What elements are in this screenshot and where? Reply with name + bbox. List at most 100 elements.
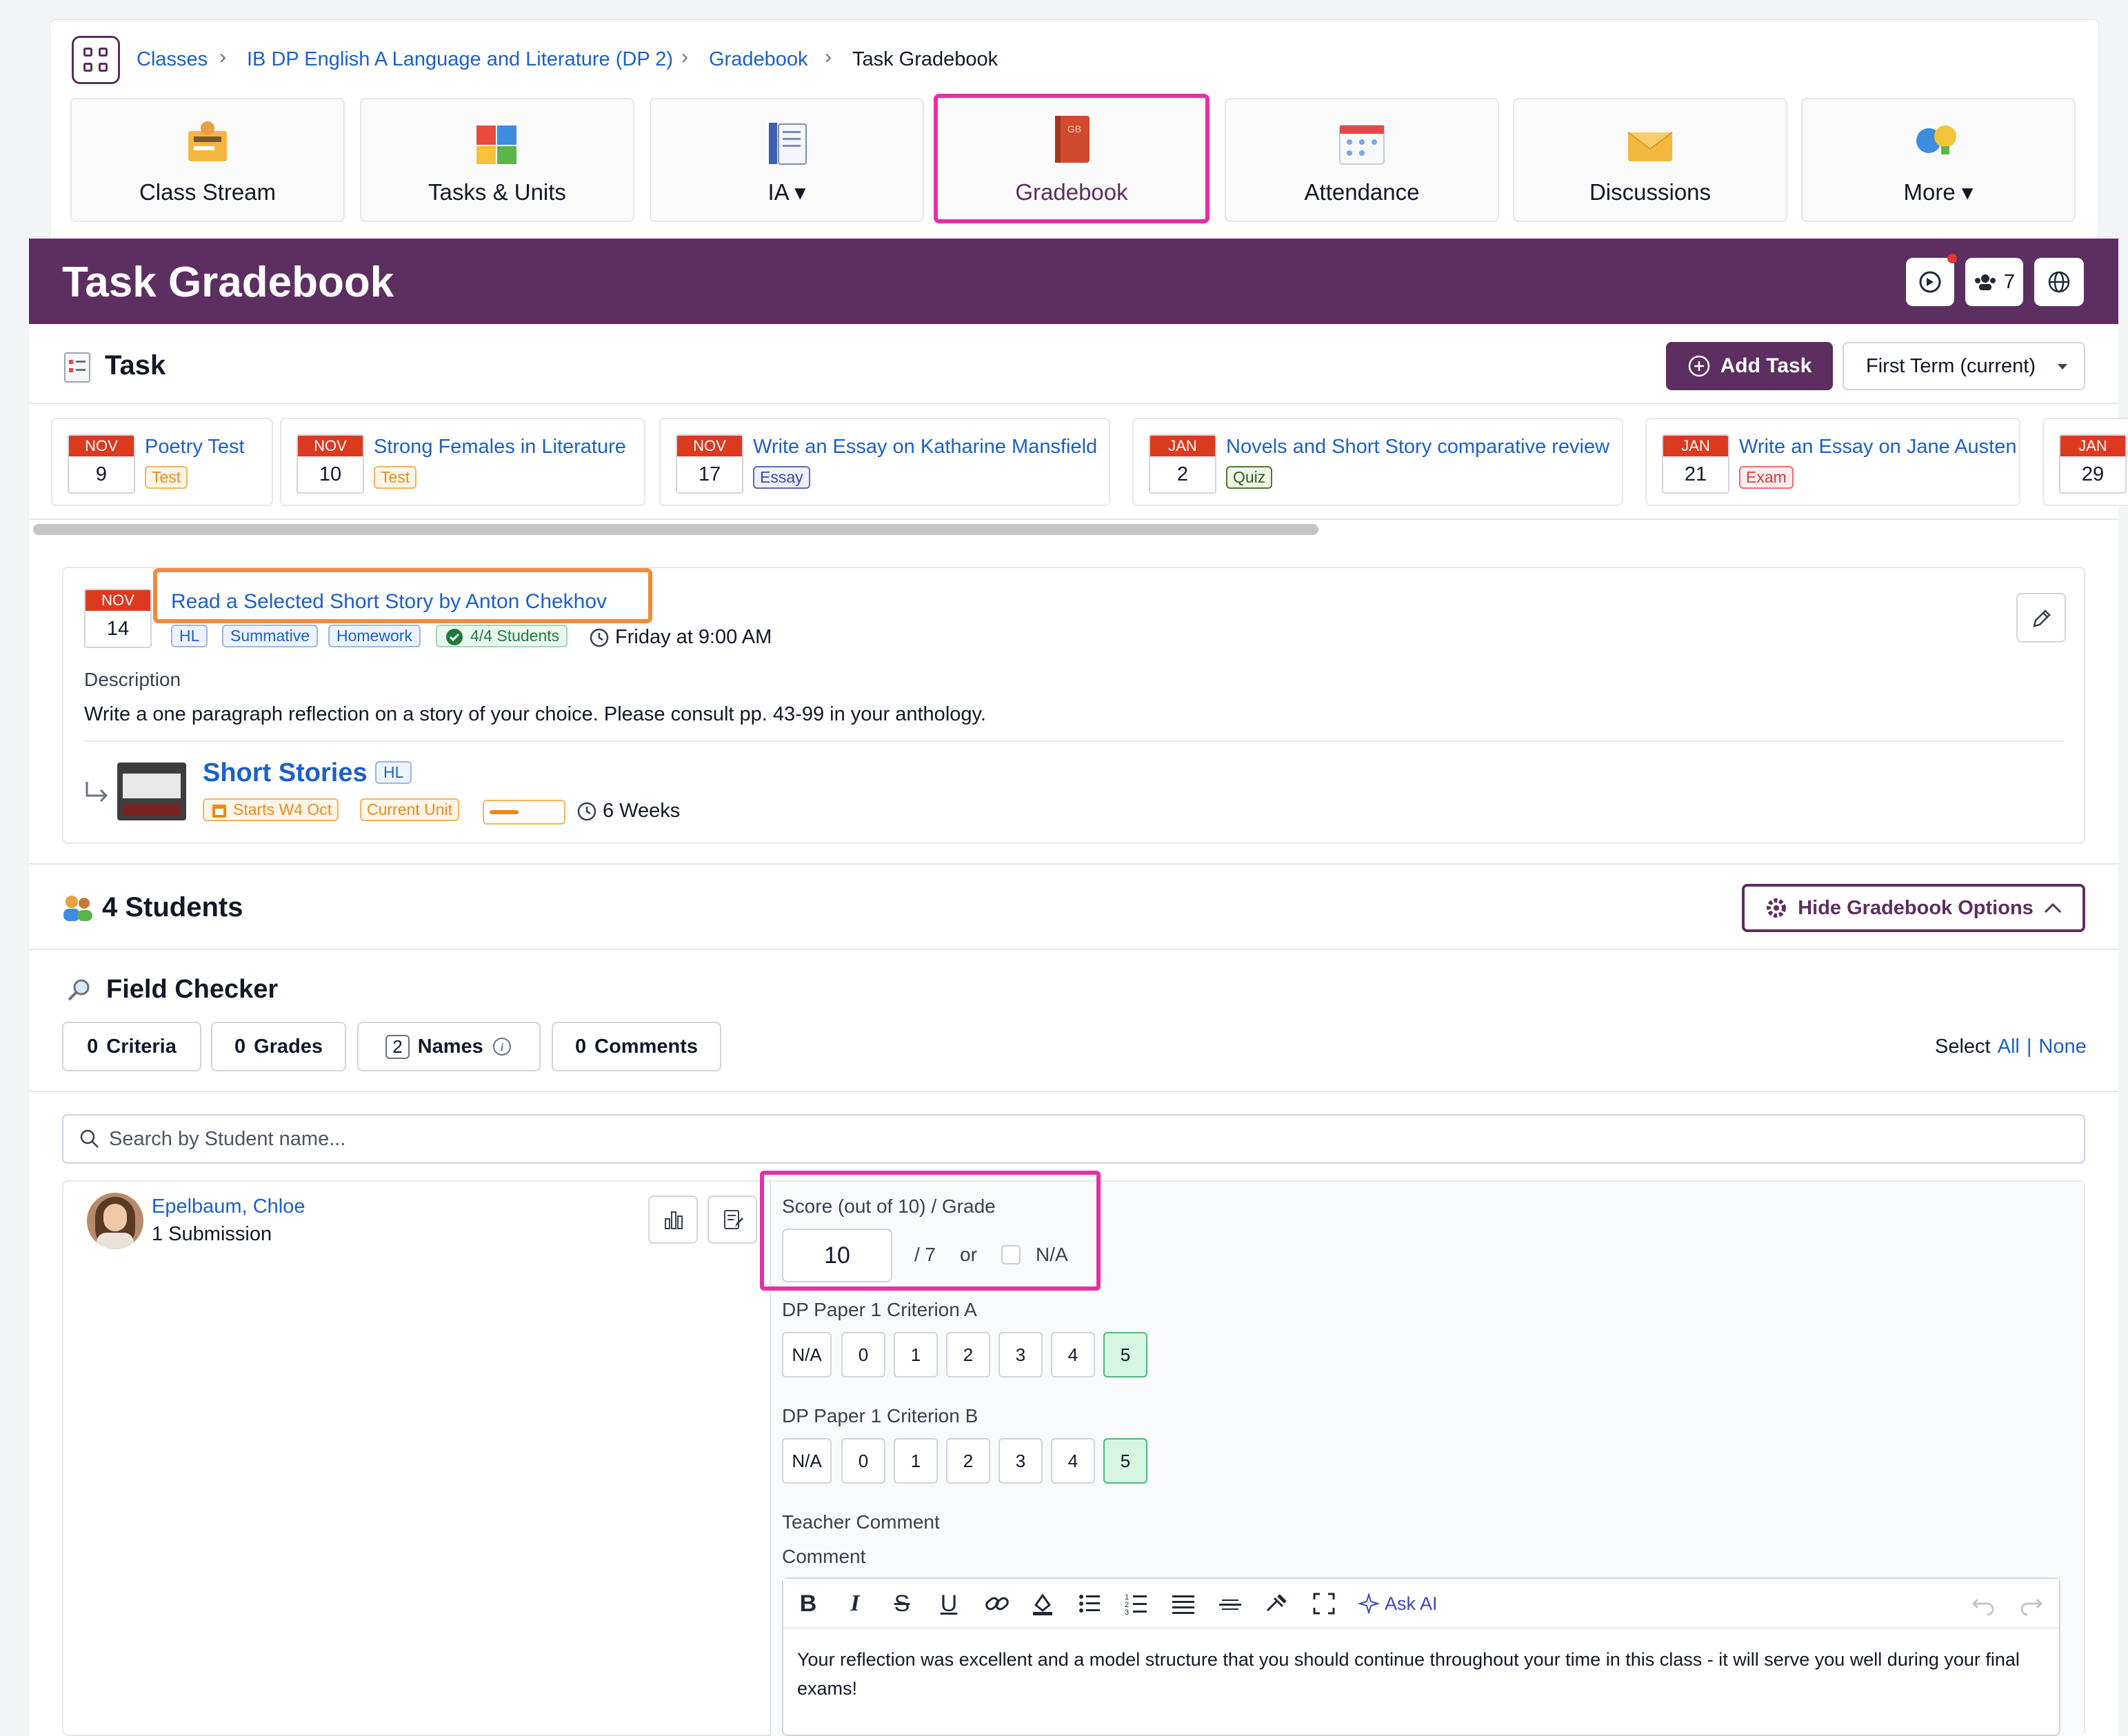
nav-tile-class-stream[interactable]: Class Stream	[70, 98, 345, 222]
criterion-b-level-5[interactable]: 5	[1103, 1438, 1147, 1484]
nav-tile-gradebook[interactable]: GB Gradebook	[934, 94, 1209, 223]
students-button[interactable]: 7	[1965, 258, 2023, 306]
messages-button[interactable]	[1906, 254, 1957, 306]
undo-icon[interactable]	[1969, 1590, 1997, 1617]
redo-icon[interactable]	[2018, 1590, 2045, 1617]
filter-label: Grades	[254, 1035, 323, 1058]
breadcrumb-class[interactable]: IB DP English A Language and Literature …	[247, 48, 673, 71]
gradebook-book-icon: GB	[1055, 116, 1090, 163]
highlight-color-icon[interactable]	[1029, 1590, 1056, 1617]
task-detail-title[interactable]: Read a Selected Short Story by Anton Che…	[171, 590, 607, 614]
criterion-b-level-2[interactable]: 2	[946, 1438, 990, 1484]
apps-grid-icon[interactable]	[72, 36, 120, 84]
criterion-b-level-4[interactable]: 4	[1051, 1438, 1095, 1484]
horizontal-scrollbar[interactable]	[33, 524, 1318, 535]
strikethrough-icon[interactable]: S	[888, 1590, 916, 1617]
underline-icon[interactable]: U	[935, 1590, 963, 1617]
chat-icon	[1919, 271, 1941, 293]
task-card[interactable]: NOV 17 Write an Essay on Katharine Mansfi…	[659, 418, 1110, 506]
task-card[interactable]: JAN 2 Novels and Short Story comparative …	[1132, 418, 1623, 506]
criterion-a-level-5[interactable]: 5	[1103, 1332, 1147, 1377]
task-detail-card: NOV 14 Read a Selected Short Story by Ant…	[62, 567, 2085, 844]
calendar-small-icon	[212, 805, 226, 818]
class-stream-icon	[188, 121, 227, 161]
criterion-a-level-3[interactable]: 3	[998, 1332, 1043, 1377]
names-filter-button[interactable]: 2 Names i	[357, 1022, 541, 1071]
add-task-button[interactable]: Add Task	[1666, 342, 1833, 390]
nav-tile-discussions[interactable]: Discussions	[1513, 98, 1787, 222]
bold-icon[interactable]: B	[794, 1590, 822, 1617]
date-badge: NOV 14	[84, 589, 152, 648]
students-heading: 4 Students	[102, 892, 243, 922]
info-icon[interactable]: i	[492, 1036, 512, 1057]
nav-tile-tasks-units[interactable]: Tasks & Units	[360, 98, 634, 222]
criterion-b-level-na[interactable]: N/A	[782, 1438, 832, 1484]
nav-tile-ia[interactable]: IA ▾	[650, 98, 924, 222]
numbered-list-icon[interactable]: 123	[1123, 1590, 1150, 1617]
grades-filter-button[interactable]: 0 Grades	[211, 1022, 346, 1071]
task-card[interactable]: NOV 10 Strong Females in Literature Test	[280, 418, 645, 506]
breadcrumb-classes[interactable]: Classes	[137, 48, 208, 71]
ask-ai-button[interactable]: Ask AI	[1358, 1590, 1438, 1617]
clear-format-icon[interactable]	[1263, 1590, 1291, 1617]
globe-icon	[2048, 271, 2070, 293]
task-name[interactable]: Write an Essay on Jane Austen	[1739, 436, 2016, 458]
task-card[interactable]: JAN 29	[2042, 418, 2128, 506]
criteria-filter-button[interactable]: 0 Criteria	[62, 1022, 201, 1071]
criterion-a-level-0[interactable]: 0	[841, 1332, 885, 1377]
nav-tile-more[interactable]: More ▾	[1801, 98, 2076, 222]
criterion-b-level-0[interactable]: 0	[841, 1438, 885, 1484]
task-card[interactable]: NOV 9 Poetry Test Test	[51, 418, 273, 506]
breadcrumb-gradebook[interactable]: Gradebook	[709, 48, 808, 71]
criterion-a-level-na[interactable]: N/A	[782, 1332, 832, 1377]
magnifier-icon	[68, 979, 90, 1001]
calendar-icon	[1339, 125, 1385, 165]
task-name[interactable]: Novels and Short Story comparative revie…	[1226, 436, 1609, 458]
student-search	[62, 1114, 2085, 1164]
students-done-text: 4/4 Students	[470, 627, 560, 645]
term-select[interactable]: First Term (current)	[1843, 342, 2085, 390]
task-name[interactable]: Strong Females in Literature	[374, 436, 626, 458]
date-month: NOV	[69, 436, 134, 456]
criterion-b-level-1[interactable]: 1	[894, 1438, 938, 1484]
task-name[interactable]: Write an Essay on Katharine Mansfield	[753, 436, 1097, 458]
italic-icon[interactable]: I	[841, 1590, 869, 1617]
comment-text[interactable]: Your reflection was excellent and a mode…	[797, 1645, 2045, 1703]
nav-label: Discussions	[1589, 179, 1712, 205]
bullet-list-icon[interactable]	[1076, 1590, 1103, 1617]
filter-label: Criteria	[106, 1035, 177, 1058]
nav-tile-attendance[interactable]: Attendance	[1225, 98, 1499, 222]
task-name[interactable]: Poetry Test	[145, 436, 245, 458]
na-checkbox[interactable]	[1001, 1245, 1021, 1264]
criterion-b-level-3[interactable]: 3	[998, 1438, 1043, 1484]
criterion-a-level-4[interactable]: 4	[1051, 1332, 1095, 1377]
date-month: NOV	[677, 436, 742, 456]
select-all-link[interactable]: All	[1998, 1036, 2020, 1058]
criterion-a-level-2[interactable]: 2	[946, 1332, 990, 1377]
hide-gradebook-options-button[interactable]: Hide Gradebook Options	[1742, 884, 2085, 932]
nav-label: Gradebook	[1015, 179, 1128, 205]
task-card[interactable]: JAN 21 Write an Essay on Jane Austen Exam	[1645, 418, 2020, 506]
date-day: 9	[95, 463, 108, 485]
link-icon[interactable]	[983, 1590, 1011, 1617]
clock-icon	[590, 628, 609, 647]
fullscreen-icon[interactable]	[1310, 1590, 1338, 1617]
submission-count[interactable]: 1 Submission	[152, 1223, 272, 1246]
language-button[interactable]	[2034, 258, 2084, 306]
criterion-a-level-1[interactable]: 1	[894, 1332, 938, 1377]
score-input[interactable]	[782, 1229, 892, 1282]
student-name[interactable]: Epelbaum, Chloe	[152, 1195, 305, 1218]
student-notes-button[interactable]	[707, 1195, 757, 1244]
nav-label: More ▾	[1903, 179, 1974, 205]
select-none-link[interactable]: None	[2038, 1036, 2086, 1058]
student-search-input[interactable]	[109, 1127, 2040, 1151]
student-stats-button[interactable]	[648, 1195, 698, 1244]
horizontal-rule-icon[interactable]	[1216, 1590, 1244, 1617]
page-header: Task Gradebook 7	[29, 239, 2118, 324]
search-icon	[80, 1129, 99, 1148]
align-icon[interactable]	[1170, 1590, 1197, 1617]
edit-task-button[interactable]	[2016, 593, 2066, 643]
comments-filter-button[interactable]: 0 Comments	[552, 1022, 721, 1071]
unit-name[interactable]: Short Stories	[203, 758, 368, 788]
notification-dot	[1947, 254, 1957, 263]
